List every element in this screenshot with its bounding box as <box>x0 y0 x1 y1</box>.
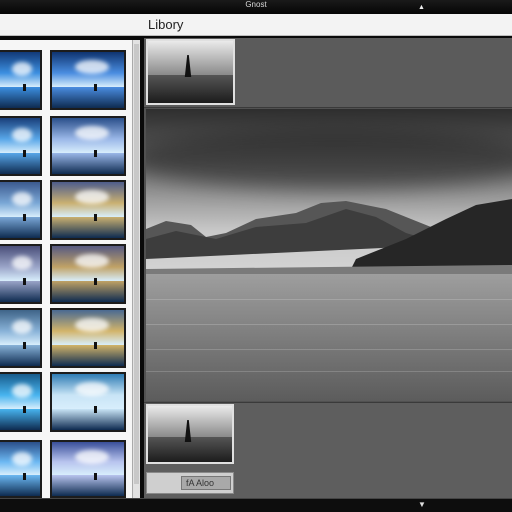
photo-thumbnail[interactable] <box>50 180 126 240</box>
photo-thumbnail[interactable] <box>50 50 126 110</box>
photo-thumbnail[interactable] <box>50 116 126 176</box>
window-title: Gnost <box>245 0 267 9</box>
top-preview-thumbnail[interactable] <box>146 39 235 105</box>
bottom-preview-thumbnail[interactable] <box>146 404 234 464</box>
chevron-up-icon[interactable]: ▲ <box>418 3 425 13</box>
photo-thumbnail[interactable] <box>0 440 42 498</box>
photo-thumbnail[interactable] <box>50 372 126 432</box>
photo-thumbnail[interactable] <box>50 440 126 498</box>
library-label[interactable]: Libory <box>148 17 183 32</box>
thumbnail-sidebar <box>0 40 138 498</box>
viewer-top-strip <box>144 38 512 108</box>
menu-bar: Libory <box>0 14 512 36</box>
status-bar: ▼ <box>0 498 512 512</box>
photo-thumbnail[interactable] <box>50 308 126 368</box>
photo-thumbnail[interactable] <box>0 50 42 110</box>
scrollbar-thumb[interactable] <box>134 44 139 484</box>
photo-viewer: fA Aloo <box>144 38 512 498</box>
photo-thumbnail[interactable] <box>0 308 42 368</box>
photo-thumbnail[interactable] <box>0 116 42 176</box>
sidebar-scrollbar[interactable] <box>132 40 140 498</box>
photo-thumbnail[interactable] <box>0 244 42 304</box>
title-bar: Gnost ▲ <box>0 0 512 14</box>
photo-thumbnail[interactable] <box>0 180 42 240</box>
caption-box: fA Aloo <box>146 472 234 494</box>
main-photo[interactable] <box>146 109 512 401</box>
photo-library-window: Gnost ▲ Libory fA Aloo ▼ <box>0 0 512 512</box>
chevron-down-icon[interactable]: ▼ <box>418 500 426 509</box>
mountain-range <box>146 199 512 279</box>
photo-thumbnail[interactable] <box>0 372 42 432</box>
caption-field[interactable]: fA Aloo <box>181 476 231 490</box>
photo-thumbnail[interactable] <box>50 244 126 304</box>
viewer-bottom-strip: fA Aloo <box>144 402 512 498</box>
